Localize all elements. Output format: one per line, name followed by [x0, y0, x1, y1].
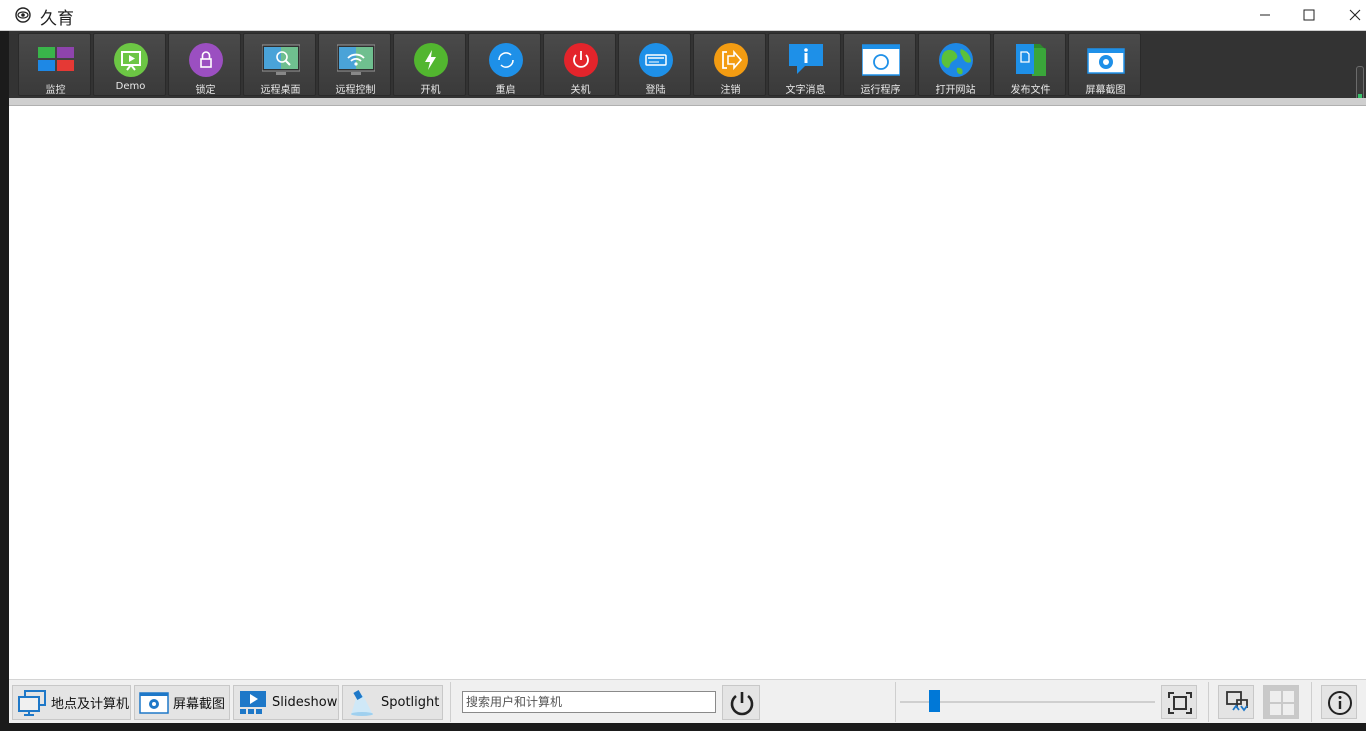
toolbar-label: 监控	[45, 85, 66, 96]
toolbar-button-open-website[interactable]: 打开网站	[918, 33, 991, 96]
info-button[interactable]	[1321, 685, 1357, 719]
toolbar-button-remote-desktop[interactable]: 远程桌面	[243, 33, 316, 96]
toolbar-label: 锁定	[195, 85, 216, 96]
toolbar-label: 发布文件	[1010, 85, 1051, 96]
toolbar-button-login[interactable]: 登陆	[618, 33, 691, 96]
minimize-icon	[1260, 14, 1270, 16]
main-window: 久育 监控 Demo 锁定 远程桌面 远程控制 开机 重启 关机 登陆 注销 文…	[0, 0, 1366, 731]
toolbar-button-shutdown[interactable]: 关机	[543, 33, 616, 96]
toolbar-button-power-on[interactable]: 开机	[393, 33, 466, 96]
toolbar-button-logout[interactable]: 注销	[693, 33, 766, 96]
shutdown-icon	[564, 43, 598, 77]
toolbar-label: 远程控制	[335, 85, 376, 96]
toolbar-button-message[interactable]: 文字消息	[768, 33, 841, 96]
grid-view-icon	[1270, 691, 1294, 715]
title-bar: 久育	[0, 0, 1366, 31]
divider	[1208, 682, 1209, 722]
toolbar-label: 打开网站	[935, 85, 976, 96]
toolbar-button-lock[interactable]: 锁定	[168, 33, 241, 96]
camera-screen-icon	[139, 691, 169, 714]
restart-icon	[489, 43, 523, 77]
info-icon	[1328, 691, 1352, 715]
toolbar-button-publish-file[interactable]: 发布文件	[993, 33, 1066, 96]
toolbar-button-monitor[interactable]: 监控	[18, 33, 91, 96]
computer-view-area[interactable]	[9, 106, 1366, 679]
toolbar-separator	[9, 98, 1366, 106]
eye-logo-icon	[15, 7, 31, 23]
computers-icon	[18, 689, 46, 716]
slideshow-icon	[240, 690, 266, 714]
monitor-grid-icon	[38, 47, 74, 71]
toolbar-label: 开机	[420, 85, 441, 96]
close-button[interactable]	[1332, 0, 1366, 30]
publish-file-icon	[1016, 44, 1046, 76]
divider	[895, 682, 896, 722]
minimize-button[interactable]	[1242, 0, 1288, 30]
toolbar-label: 登陆	[645, 85, 666, 96]
toolbar-label: Demo	[115, 81, 146, 92]
maximize-icon	[1303, 9, 1315, 21]
screenshot-tab-label: 屏幕截图	[173, 697, 226, 712]
toolbar-button-demo[interactable]: Demo	[93, 33, 166, 96]
fit-screen-button[interactable]	[1161, 685, 1197, 719]
lock-icon	[189, 43, 223, 77]
locations-label: 地点及计算机	[51, 697, 130, 712]
toolbar-label: 运行程序	[860, 85, 901, 96]
switch-view-icon	[1226, 691, 1248, 712]
spotlight-icon	[351, 689, 373, 716]
spotlight-label: Spotlight	[381, 695, 440, 710]
maximize-button[interactable]	[1286, 0, 1332, 30]
switch-view-button[interactable]	[1218, 685, 1254, 719]
presentation-icon	[114, 43, 148, 77]
toolbar-label: 远程桌面	[260, 85, 301, 96]
bottom-toolbar: 地点及计算机 屏幕截图 Slideshow Spotlight 搜索用户和计算机	[9, 679, 1366, 723]
toolbar-button-restart[interactable]: 重启	[468, 33, 541, 96]
toolbar-label: 关机	[570, 85, 591, 96]
close-icon	[1349, 9, 1361, 21]
fit-screen-icon	[1168, 692, 1192, 714]
grid-view-button[interactable]	[1263, 685, 1299, 719]
main-toolbar: 监控 Demo 锁定 远程桌面 远程控制 开机 重启 关机 登陆 注销 文字消息…	[9, 31, 1366, 98]
toolbar-button-screenshot[interactable]: 屏幕截图	[1068, 33, 1141, 96]
remote-control-icon	[337, 44, 375, 75]
toolbar-label: 屏幕截图	[1085, 85, 1126, 96]
search-input[interactable]	[462, 691, 716, 713]
toolbar-button-run-program[interactable]: 运行程序	[843, 33, 916, 96]
power-icon	[730, 692, 754, 716]
screenshot-tab-button[interactable]: 屏幕截图	[134, 685, 230, 720]
slider-thumb[interactable]	[929, 690, 940, 712]
toolbar-button-remote-control[interactable]: 远程控制	[318, 33, 391, 96]
locations-and-computers-button[interactable]: 地点及计算机	[12, 685, 131, 720]
slideshow-label: Slideshow	[272, 695, 338, 710]
divider	[450, 682, 451, 722]
slideshow-button[interactable]: Slideshow	[233, 685, 339, 720]
toolbar-label: 文字消息	[785, 85, 826, 96]
divider	[1311, 682, 1312, 722]
taskbar-edge	[0, 723, 1366, 731]
spotlight-button[interactable]: Spotlight	[342, 685, 443, 720]
login-icon	[639, 43, 673, 77]
toolbar-label: 重启	[495, 85, 516, 96]
zoom-slider[interactable]	[900, 688, 1155, 716]
logout-icon	[714, 43, 748, 77]
screenshot-icon	[1087, 48, 1125, 74]
run-program-icon	[862, 44, 900, 76]
power-on-icon	[414, 43, 448, 77]
toolbar-label: 注销	[720, 85, 741, 96]
globe-icon	[939, 43, 973, 77]
window-title: 久育	[40, 9, 74, 29]
message-icon	[789, 44, 823, 74]
power-button[interactable]	[722, 685, 760, 720]
remote-desktop-icon	[262, 44, 300, 75]
